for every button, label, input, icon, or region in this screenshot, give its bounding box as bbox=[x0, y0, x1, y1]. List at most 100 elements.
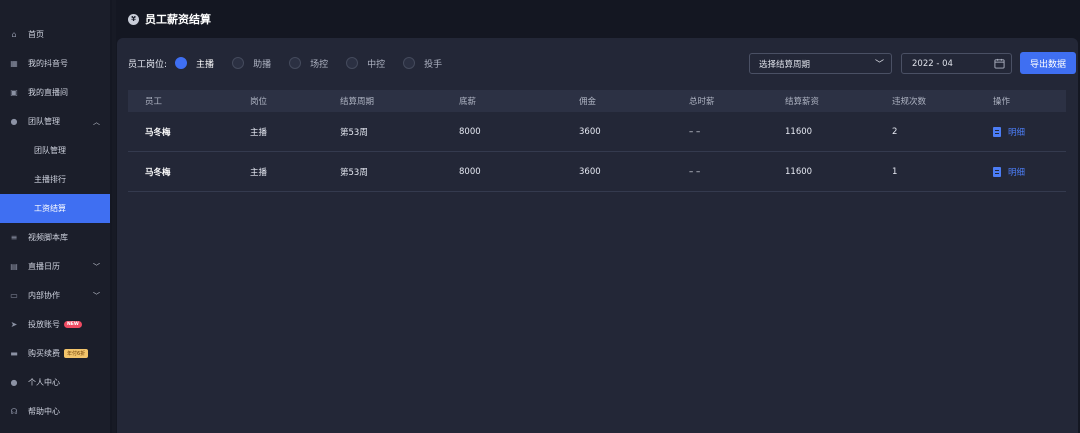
column-header: 结算薪资 bbox=[785, 97, 820, 107]
column-header: 操作 bbox=[993, 97, 1011, 107]
export-data-button[interactable]: 导出数据 bbox=[1020, 52, 1076, 74]
settled-salary-cell: 11600 bbox=[785, 166, 813, 177]
sidebar-item-label: 工资结算 bbox=[34, 204, 66, 213]
sidebar-divider bbox=[112, 0, 116, 433]
sidebar-item-profile[interactable]: ● 个人中心 bbox=[0, 368, 110, 397]
column-header: 底薪 bbox=[459, 97, 477, 107]
sidebar-item-purchase[interactable]: ▬ 购买续费 年付6折 bbox=[0, 339, 110, 368]
radio-icon bbox=[403, 57, 416, 69]
role-radio-media-buyer[interactable]: 投手 bbox=[403, 57, 442, 70]
role-radio-anchor[interactable]: 主播 bbox=[175, 57, 214, 70]
violations-cell: 2 bbox=[892, 126, 898, 137]
hourly-cell: – – bbox=[689, 166, 701, 177]
calendar-icon bbox=[994, 58, 1005, 69]
sidebar-item-label: 视频脚本库 bbox=[28, 233, 68, 242]
main-panel: 员工岗位: 主播 助播 场控 中控 投手 选择结算周期 ﹀ 2022 - 04 bbox=[117, 38, 1078, 433]
radio-icon bbox=[289, 57, 302, 69]
column-header: 违规次数 bbox=[892, 97, 927, 107]
chevron-down-icon: ﹀ bbox=[874, 60, 884, 70]
sidebar-item-label: 我的直播间 bbox=[28, 88, 68, 97]
base-salary-cell: 8000 bbox=[459, 166, 481, 177]
role-filter-label: 员工岗位: bbox=[128, 59, 168, 70]
new-badge: NEW bbox=[64, 321, 82, 328]
period-select-placeholder: 选择结算周期 bbox=[759, 59, 811, 70]
page-title: ¥ 员工薪资结算 bbox=[128, 12, 211, 26]
sidebar: ⌂ 首页 ▦ 我的抖音号 ▣ 我的直播间 ● 团队管理 ︿ 团队管理 主播排行 … bbox=[0, 0, 110, 433]
sidebar-item-label: 帮助中心 bbox=[28, 407, 60, 416]
sidebar-item-my-live[interactable]: ▣ 我的直播间 bbox=[0, 78, 110, 107]
chevron-down-icon: ﹀ bbox=[93, 262, 100, 271]
period-cell: 第53周 bbox=[340, 127, 368, 138]
role-cell: 主播 bbox=[250, 127, 268, 138]
sidebar-item-label: 主播排行 bbox=[34, 175, 66, 184]
document-icon bbox=[993, 126, 1001, 137]
detail-link-label: 明细 bbox=[1008, 167, 1026, 178]
calendar-icon: ▤ bbox=[10, 262, 18, 271]
sidebar-item-video-scripts[interactable]: ≡ 视频脚本库 bbox=[0, 223, 110, 252]
detail-link[interactable]: 明细 bbox=[993, 112, 1025, 151]
sidebar-item-label: 我的抖音号 bbox=[28, 59, 68, 68]
sidebar-item-team[interactable]: ● 团队管理 ︿ bbox=[0, 107, 110, 136]
violations-cell: 1 bbox=[892, 166, 898, 177]
team-icon: ● bbox=[10, 117, 18, 126]
month-picker[interactable]: 2022 - 04 bbox=[901, 53, 1012, 74]
settled-salary-cell: 11600 bbox=[785, 126, 813, 137]
column-header: 岗位 bbox=[250, 97, 268, 107]
commission-cell: 3600 bbox=[579, 166, 601, 177]
home-icon: ⌂ bbox=[11, 30, 17, 39]
sidebar-item-collab[interactable]: ▭ 内部协作 ﹀ bbox=[0, 281, 110, 310]
sidebar-item-label: 首页 bbox=[28, 30, 44, 39]
sidebar-subitem-anchor-rank[interactable]: 主播排行 bbox=[0, 165, 110, 194]
grid-icon: ▦ bbox=[10, 59, 18, 68]
sidebar-item-help[interactable]: ☊ 帮助中心 bbox=[0, 397, 110, 426]
chevron-down-icon: ﹀ bbox=[93, 291, 100, 300]
sidebar-item-ad-accounts[interactable]: ➤ 投放账号 NEW bbox=[0, 310, 110, 339]
employee-name: 马冬梅 bbox=[145, 127, 171, 138]
radio-label: 助播 bbox=[253, 59, 272, 70]
salary-table: 员工 岗位 结算周期 底薪 佣金 总时薪 结算薪资 违规次数 操作 马冬梅 主播… bbox=[128, 90, 1066, 192]
radio-checked-icon bbox=[175, 57, 188, 69]
radio-label: 中控 bbox=[367, 59, 386, 70]
radio-label: 场控 bbox=[310, 59, 329, 70]
sidebar-item-label: 购买续费 bbox=[28, 349, 60, 358]
sidebar-item-home[interactable]: ⌂ 首页 bbox=[0, 20, 110, 49]
sidebar-item-my-douyin[interactable]: ▦ 我的抖音号 bbox=[0, 49, 110, 78]
base-salary-cell: 8000 bbox=[459, 126, 481, 137]
help-icon: ☊ bbox=[10, 407, 18, 416]
column-header: 员工 bbox=[145, 97, 163, 107]
column-header: 结算周期 bbox=[340, 97, 375, 107]
role-radio-field-control[interactable]: 场控 bbox=[289, 57, 328, 70]
user-icon: ● bbox=[10, 378, 18, 387]
sidebar-subitem-team-manage[interactable]: 团队管理 bbox=[0, 136, 110, 165]
sidebar-item-live-calendar[interactable]: ▤ 直播日历 ﹀ bbox=[0, 252, 110, 281]
video-icon: ≡ bbox=[10, 233, 18, 242]
live-icon: ▣ bbox=[10, 88, 18, 97]
chevron-up-icon: ︿ bbox=[93, 117, 100, 126]
role-radio-central-control[interactable]: 中控 bbox=[346, 57, 385, 70]
filter-bar: 员工岗位: 主播 助播 场控 中控 投手 选择结算周期 ﹀ 2022 - 04 bbox=[128, 52, 1076, 74]
radio-icon bbox=[346, 57, 359, 69]
send-icon: ➤ bbox=[10, 320, 18, 329]
card-icon: ▬ bbox=[10, 349, 18, 358]
document-icon bbox=[993, 166, 1001, 177]
month-value: 2022 - 04 bbox=[912, 58, 953, 69]
period-select[interactable]: 选择结算周期 ﹀ bbox=[749, 53, 892, 74]
sidebar-item-label: 内部协作 bbox=[28, 291, 60, 300]
page-title-text: 员工薪资结算 bbox=[145, 13, 211, 26]
employee-name: 马冬梅 bbox=[145, 167, 171, 178]
table-row: 马冬梅 主播 第53周 8000 3600 – – 11600 1 明细 bbox=[128, 152, 1066, 192]
role-radio-assistant[interactable]: 助播 bbox=[232, 57, 271, 70]
role-cell: 主播 bbox=[250, 167, 268, 178]
sidebar-item-label: 投放账号 bbox=[28, 320, 60, 329]
collab-icon: ▭ bbox=[10, 291, 18, 300]
sidebar-item-label: 团队管理 bbox=[28, 117, 60, 126]
sidebar-subitem-salary[interactable]: 工资结算 bbox=[0, 194, 110, 223]
sidebar-item-label: 团队管理 bbox=[34, 146, 66, 155]
period-cell: 第53周 bbox=[340, 167, 368, 178]
radio-label: 投手 bbox=[424, 59, 443, 70]
radio-icon bbox=[232, 57, 245, 69]
detail-link[interactable]: 明细 bbox=[993, 152, 1025, 191]
sidebar-item-label: 直播日历 bbox=[28, 262, 60, 271]
table-row: 马冬梅 主播 第53周 8000 3600 – – 11600 2 明细 bbox=[128, 112, 1066, 152]
yen-icon: ¥ bbox=[128, 13, 139, 25]
